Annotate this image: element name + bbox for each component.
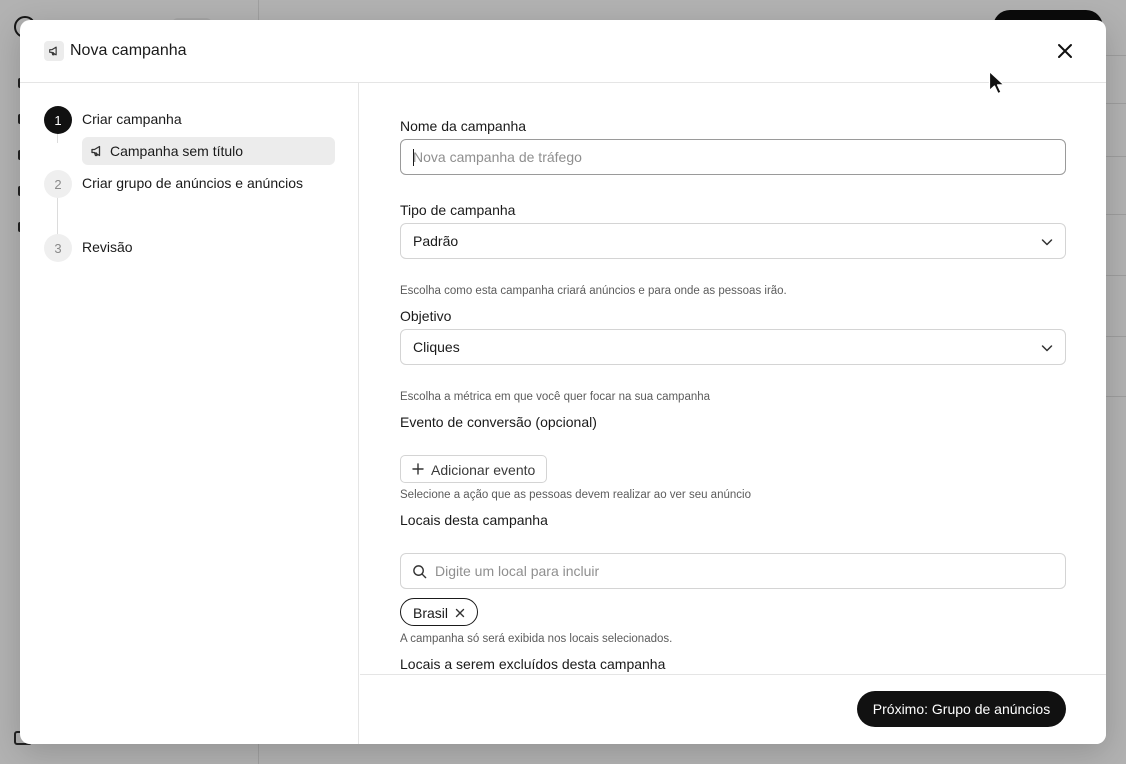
location-search-input[interactable] — [401, 554, 1065, 588]
step-number: 2 — [44, 170, 72, 198]
add-event-button[interactable]: Adicionar evento — [400, 455, 547, 483]
objective-select[interactable]: Cliques — [400, 329, 1066, 365]
step-label: Criar campanha — [82, 111, 182, 127]
conversion-event-label: Evento de conversão (opcional) — [400, 414, 597, 430]
campaign-name-label: Nome da campanha — [400, 118, 527, 134]
megaphone-icon — [91, 145, 101, 157]
add-event-label: Adicionar evento — [431, 462, 536, 478]
step-connector — [57, 133, 58, 143]
objective-label: Objetivo — [400, 308, 452, 324]
locations-label: Locais desta campanha — [400, 512, 548, 528]
megaphone-icon — [44, 41, 64, 61]
modal-title: Nova campanha — [70, 42, 187, 59]
chevron-down-icon — [1041, 345, 1053, 352]
remove-chip-icon[interactable] — [454, 607, 466, 619]
excluded-locations-label: Locais a serem excluídos desta campanha — [400, 656, 666, 672]
search-icon — [413, 565, 427, 579]
campaign-name-input[interactable] — [401, 140, 1065, 174]
campaign-type-value: Padrão — [413, 233, 459, 249]
locations-helper: A campanha só será exibida nos locais se… — [400, 633, 673, 645]
close-icon — [1058, 44, 1072, 58]
modal-header: Nova campanha — [20, 20, 1106, 83]
substep-label: Campanha sem título — [110, 143, 244, 159]
mouse-cursor-icon — [988, 70, 1005, 95]
stepper-panel: 1 Criar campanha Campanha sem título 2 C… — [20, 83, 359, 744]
text-caret — [413, 149, 414, 166]
campaign-type-helper: Escolha como esta campanha criará anúnci… — [400, 285, 787, 297]
location-search-field[interactable] — [400, 553, 1066, 589]
step-number: 1 — [44, 106, 72, 134]
step-number: 3 — [44, 234, 72, 262]
step-label: Revisão — [82, 239, 133, 255]
close-button[interactable] — [1052, 38, 1078, 64]
substep-untitled-campaign[interactable]: Campanha sem título — [82, 137, 335, 165]
step-label: Criar grupo de anúncios e anúncios — [82, 175, 304, 191]
objective-helper: Escolha a métrica em que você quer focar… — [400, 391, 711, 403]
next-ad-group-button[interactable]: Próximo: Grupo de anúncios — [857, 691, 1066, 727]
new-campaign-modal: Nova campanha 1 Criar campanha Campanha … — [20, 20, 1106, 744]
campaign-type-label: Tipo de campanha — [400, 202, 516, 218]
plus-icon — [412, 463, 424, 475]
campaign-form: Nome da campanha Tipo de campanha Padrão… — [360, 83, 1106, 674]
modal-footer: Próximo: Grupo de anúncios — [360, 674, 1106, 744]
campaign-type-select[interactable]: Padrão — [400, 223, 1066, 259]
campaign-name-field[interactable] — [400, 139, 1066, 175]
conversion-event-helper: Selecione a ação que as pessoas devem re… — [400, 489, 751, 501]
location-chip-brasil: Brasil — [400, 598, 478, 626]
chip-label: Brasil — [413, 605, 449, 621]
objective-value: Cliques — [413, 339, 460, 355]
chevron-down-icon — [1041, 239, 1053, 246]
